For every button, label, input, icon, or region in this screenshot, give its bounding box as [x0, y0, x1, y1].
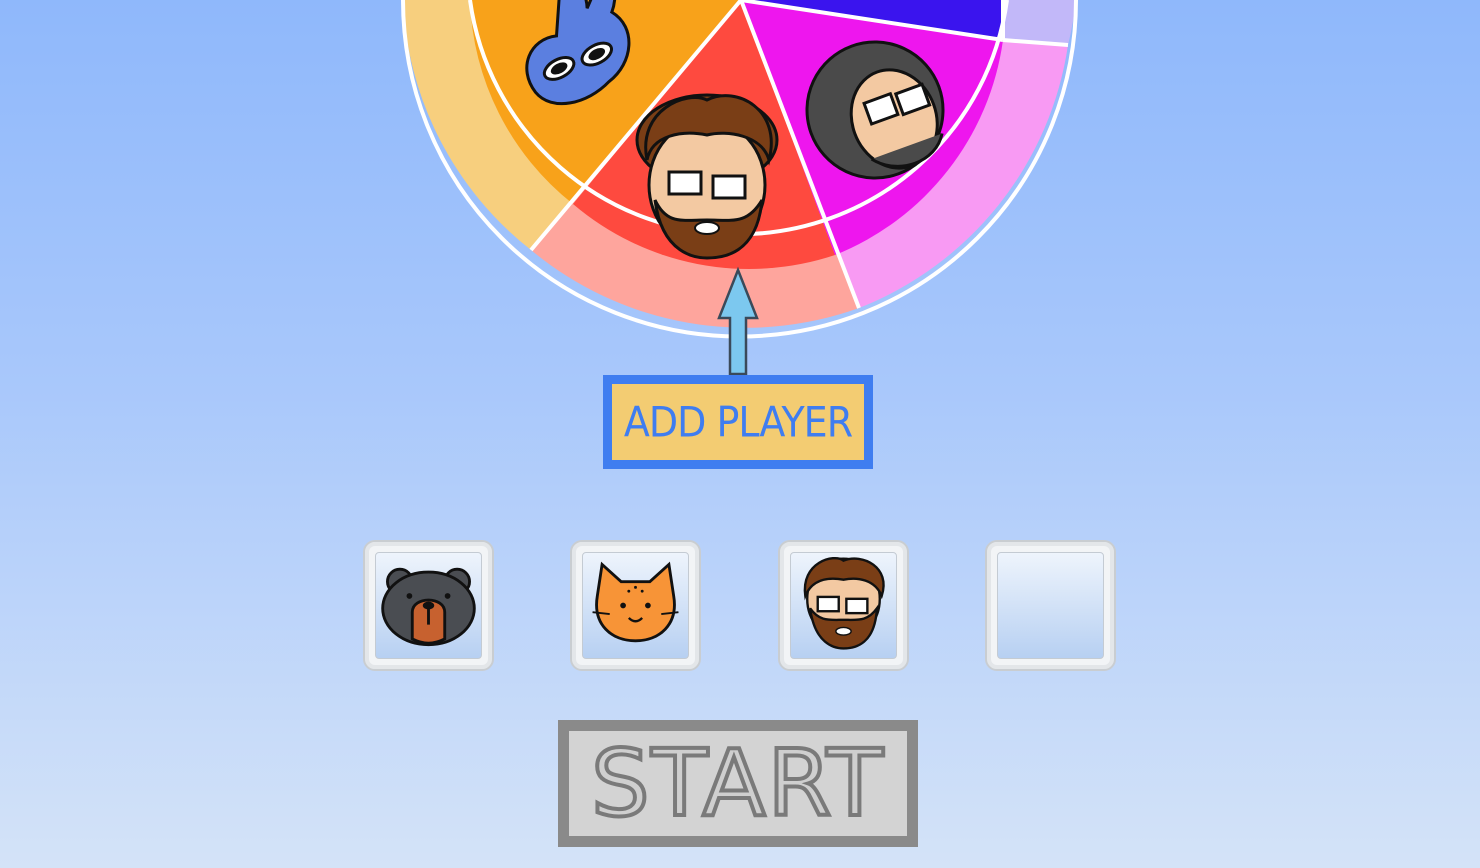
player-slot-2-frame [582, 552, 689, 659]
start-button[interactable]: START [558, 720, 918, 847]
bearded-man-avatar-icon [803, 556, 885, 650]
player-slot-1[interactable] [363, 540, 494, 671]
player-slot-3-frame [790, 552, 897, 659]
bear-avatar-icon [381, 567, 476, 647]
start-label: START [589, 729, 885, 837]
add-player-label: ADD PLAYER [623, 397, 853, 447]
player-slot-4-frame [997, 552, 1104, 659]
player-slot-3[interactable] [778, 540, 909, 671]
cat-avatar-icon [592, 561, 679, 643]
player-slot-2[interactable] [570, 540, 701, 671]
player-slot-4[interactable] [985, 540, 1116, 671]
add-player-button[interactable]: ADD PLAYER [603, 375, 873, 469]
player-slot-1-frame [375, 552, 482, 659]
